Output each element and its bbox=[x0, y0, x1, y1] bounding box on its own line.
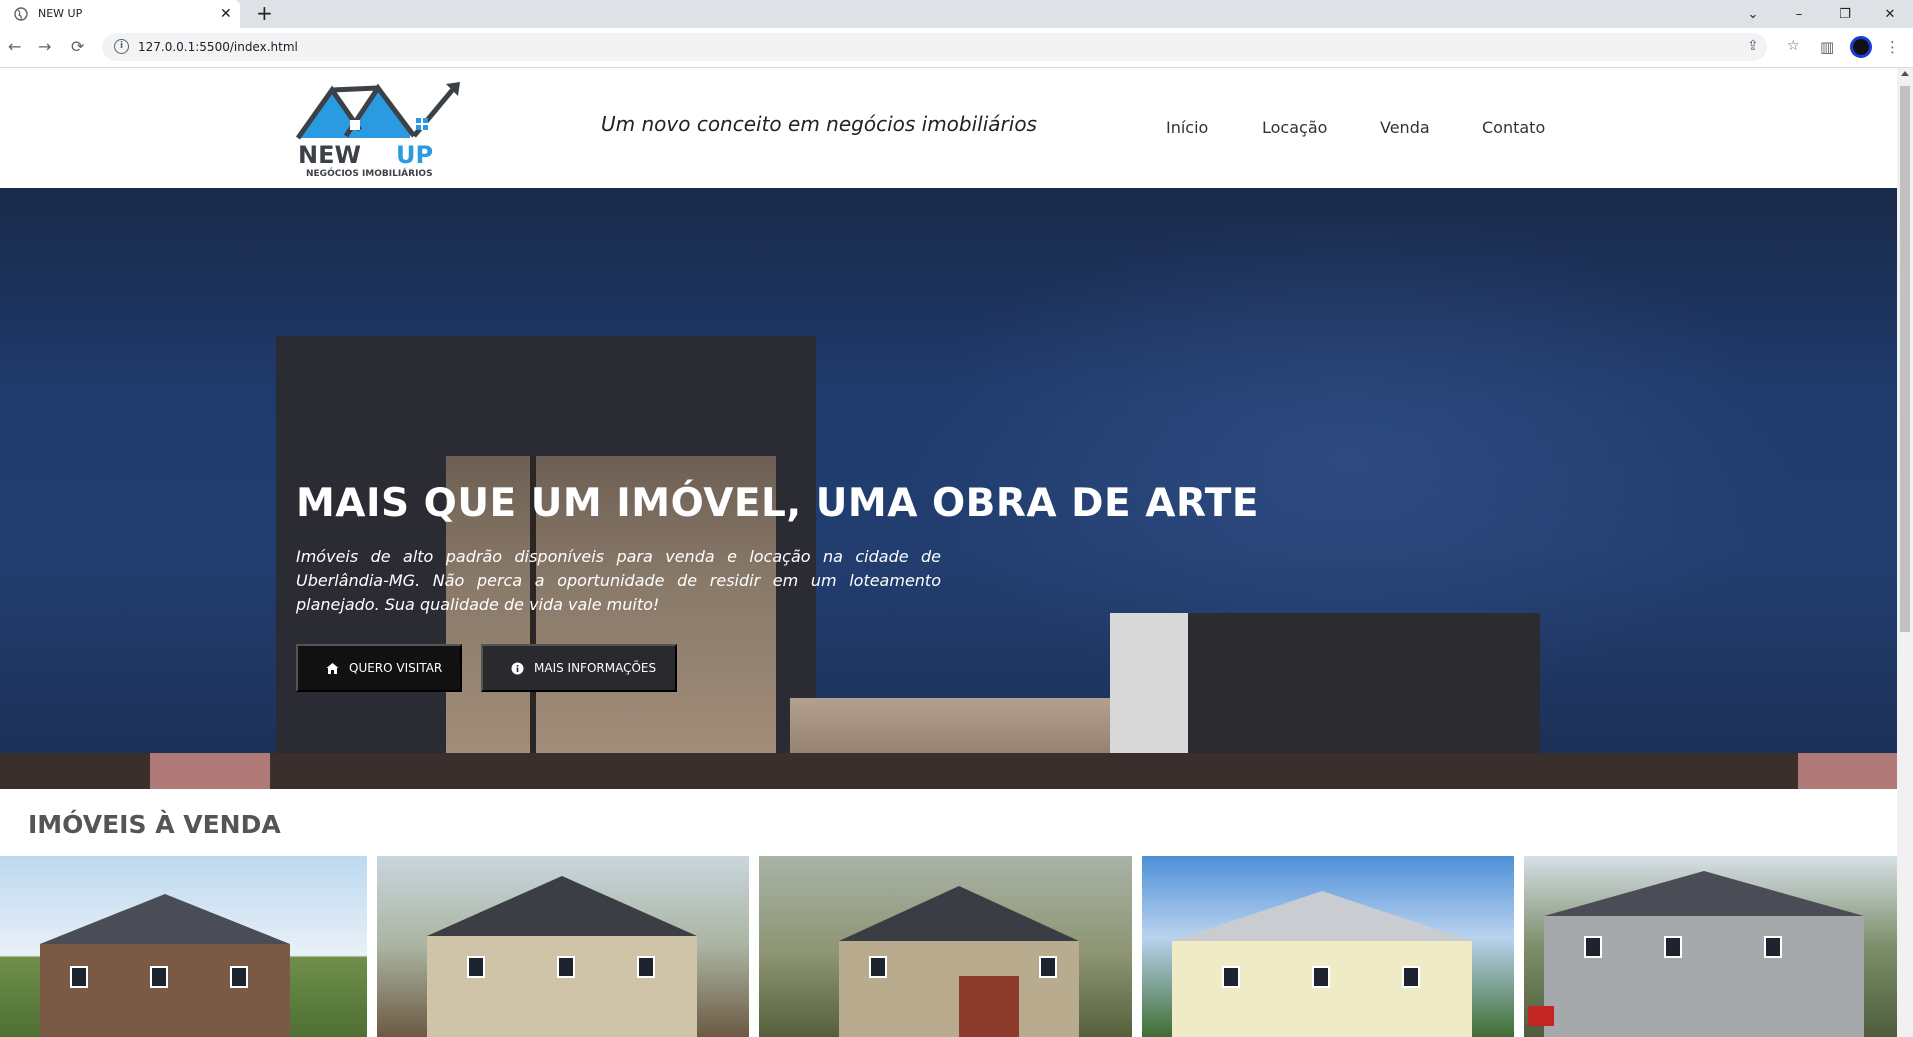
tagline: Um novo conceito em negócios imobiliário… bbox=[601, 112, 1037, 136]
hero-description: Imóveis de alto padrão disponíveis para … bbox=[296, 547, 941, 614]
listing-image[interactable] bbox=[759, 856, 1132, 1037]
bookmark-star-icon[interactable]: ☆ bbox=[1787, 38, 1800, 54]
house-icon bbox=[326, 662, 339, 674]
listing-image[interactable] bbox=[1524, 856, 1897, 1037]
url-text[interactable]: 127.0.0.1:5500/index.html bbox=[138, 40, 298, 54]
tab-title: NEW UP bbox=[38, 7, 83, 20]
nav-link-inicio[interactable]: Início bbox=[1166, 118, 1208, 137]
listing-image[interactable] bbox=[377, 856, 749, 1037]
mais-informacoes-label: MAIS INFORMAÇÕES bbox=[534, 661, 657, 675]
scrollbar-thumb[interactable] bbox=[1900, 86, 1910, 632]
browser-tab-strip: NEW UP ✕ + ⌄ – ❐ ✕ bbox=[0, 0, 1913, 28]
browser-tab[interactable]: NEW UP ✕ bbox=[0, 0, 240, 28]
globe-icon bbox=[14, 7, 28, 21]
svg-text:UP: UP bbox=[396, 141, 433, 169]
share-icon[interactable]: ⇪ bbox=[1747, 38, 1759, 54]
tab-search-icon[interactable]: ⌄ bbox=[1730, 0, 1776, 28]
back-button[interactable]: ← bbox=[8, 38, 21, 56]
reload-button[interactable]: ⟳ bbox=[71, 38, 84, 56]
listings-title: IMÓVEIS À VENDA bbox=[28, 810, 281, 839]
quero-visitar-label: QUERO VISITAR bbox=[349, 661, 443, 675]
forward-button[interactable]: → bbox=[38, 38, 51, 56]
page-scrollbar[interactable] bbox=[1897, 68, 1913, 1037]
profile-avatar[interactable] bbox=[1850, 36, 1872, 58]
site-header: NEW UP NEGÓCIOS IMOBILIÁRIOS Um novo con… bbox=[0, 68, 1897, 188]
browser-toolbar: ← → ⟳ i 127.0.0.1:5500/index.html ⇪ ☆ ▥ … bbox=[0, 28, 1913, 68]
new-up-logo[interactable]: NEW UP NEGÓCIOS IMOBILIÁRIOS bbox=[296, 80, 466, 180]
nav-link-locacao[interactable]: Locação bbox=[1262, 118, 1327, 137]
window-close-button[interactable]: ✕ bbox=[1867, 0, 1913, 28]
listing-image[interactable] bbox=[1142, 856, 1514, 1037]
listing-image[interactable] bbox=[0, 856, 367, 1037]
nav-link-venda[interactable]: Venda bbox=[1380, 118, 1430, 137]
quero-visitar-button[interactable]: QUERO VISITAR bbox=[296, 644, 462, 692]
info-icon bbox=[511, 662, 524, 674]
new-tab-button[interactable]: + bbox=[256, 3, 273, 23]
hero-building-accent bbox=[150, 753, 270, 789]
address-bar[interactable]: i 127.0.0.1:5500/index.html ⇪ ☆ bbox=[102, 33, 1800, 61]
nav-link-contato[interactable]: Contato bbox=[1482, 118, 1545, 137]
tab-close-icon[interactable]: ✕ bbox=[220, 5, 232, 23]
site-info-icon[interactable]: i bbox=[114, 39, 129, 54]
scroll-up-arrow[interactable] bbox=[1901, 71, 1909, 76]
svg-text:NEGÓCIOS IMOBILIÁRIOS: NEGÓCIOS IMOBILIÁRIOS bbox=[306, 167, 433, 179]
hero-title: MAIS QUE UM IMÓVEL, UMA OBRA DE ARTE bbox=[296, 481, 1259, 526]
side-panel-icon[interactable]: ▥ bbox=[1820, 38, 1834, 56]
restore-button[interactable]: ❐ bbox=[1822, 0, 1868, 28]
minimize-button[interactable]: – bbox=[1776, 0, 1822, 28]
hero-building-base bbox=[0, 753, 1897, 789]
hero-building-accent bbox=[1798, 753, 1897, 789]
svg-text:NEW: NEW bbox=[298, 141, 361, 169]
page-viewport: NEW UP NEGÓCIOS IMOBILIÁRIOS Um novo con… bbox=[0, 68, 1897, 1037]
mais-informacoes-button[interactable]: MAIS INFORMAÇÕES bbox=[481, 644, 677, 692]
browser-menu-icon[interactable]: ⋮ bbox=[1885, 38, 1900, 56]
hero-banner: MAIS QUE UM IMÓVEL, UMA OBRA DE ARTE Imó… bbox=[0, 188, 1897, 789]
